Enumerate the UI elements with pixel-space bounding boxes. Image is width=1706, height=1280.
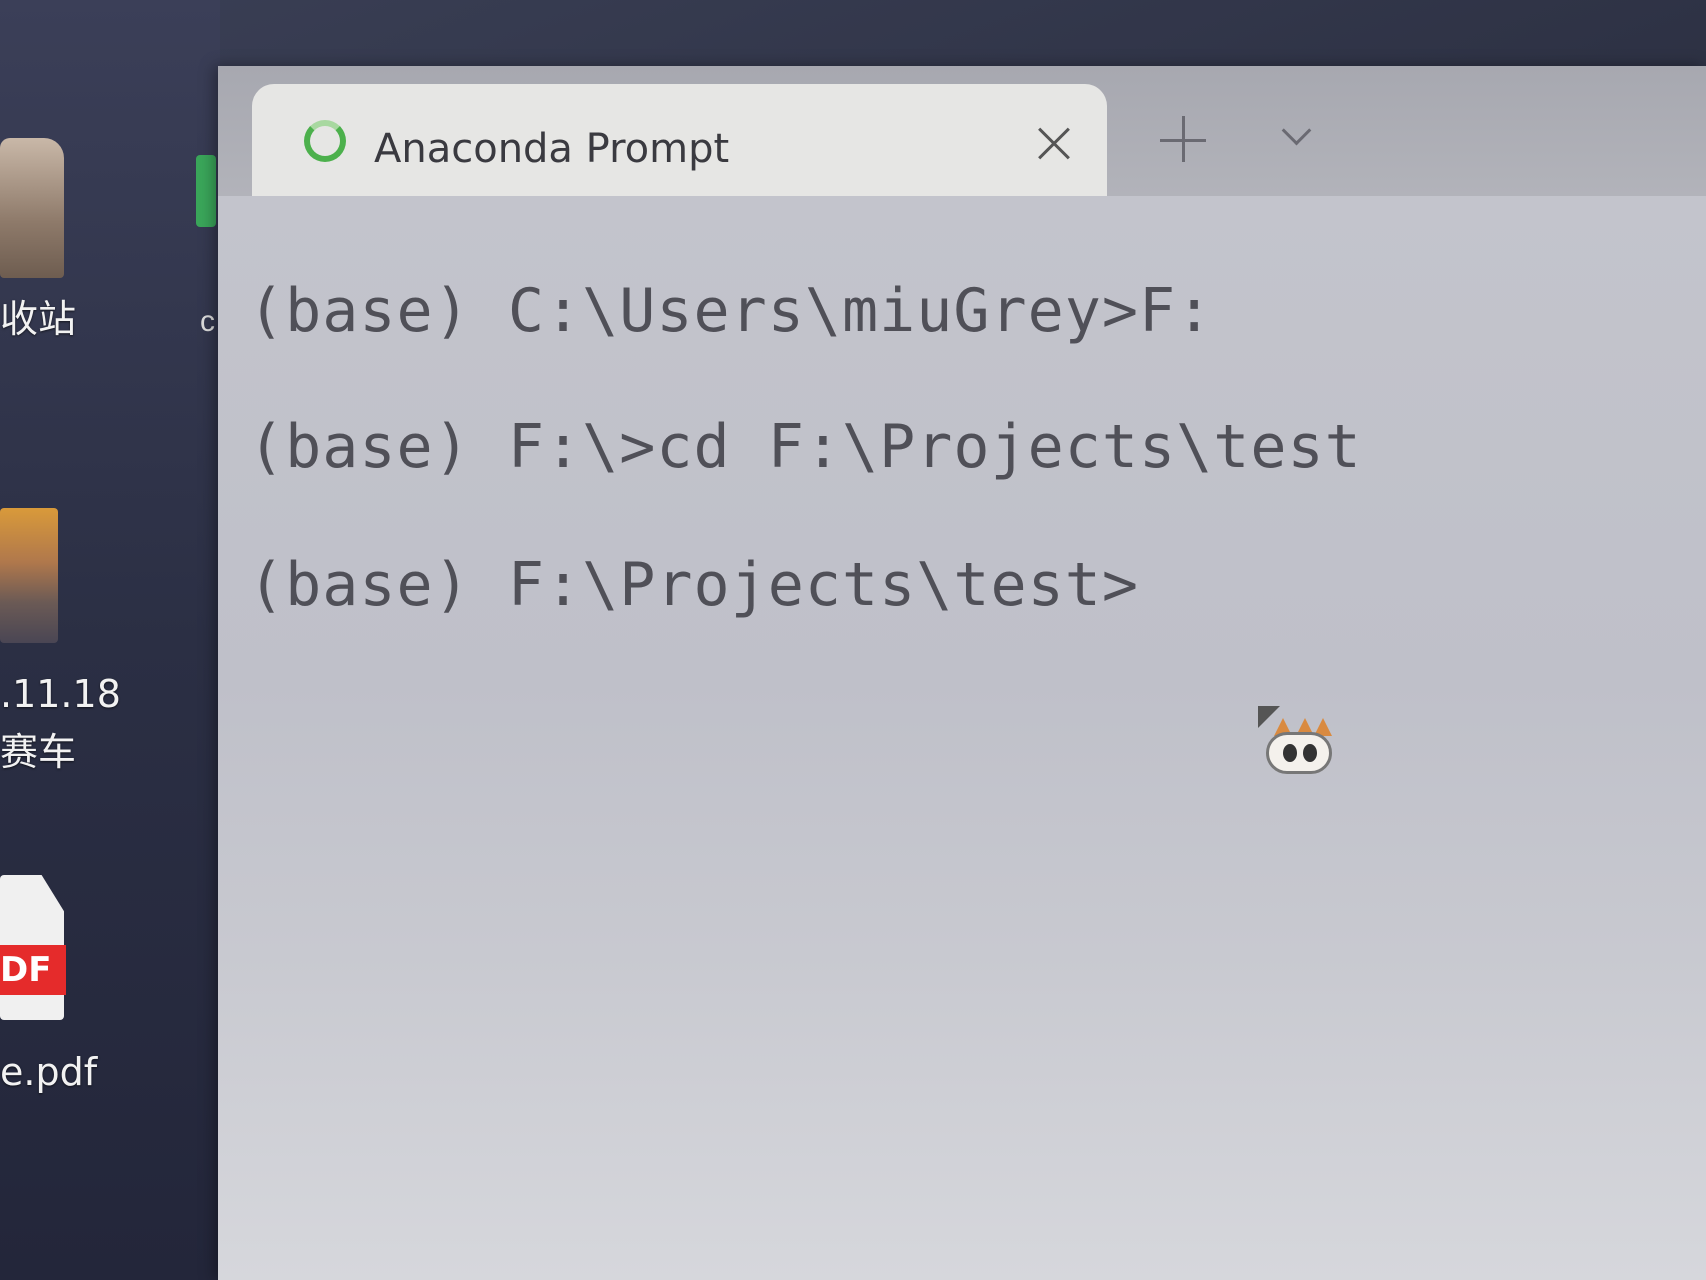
recycle-bin-icon[interactable] [0, 138, 64, 278]
tab-anaconda-prompt[interactable]: Anaconda Prompt [252, 84, 1107, 202]
desktop-item-label[interactable]: 收站 [0, 290, 76, 348]
terminal-line: (base) F:\Projects\test> [248, 550, 1139, 620]
chevron-down-icon[interactable] [1278, 120, 1318, 150]
cat-eye [1283, 744, 1297, 762]
background-window-edge [196, 155, 216, 227]
terminal-line: (base) F:\>cd F:\Projects\test [248, 412, 1362, 482]
terminal-line: (base) C:\Users\miuGrey>F: [248, 276, 1214, 346]
terminal-output[interactable]: (base) C:\Users\miuGrey>F: (base) F:\>cd… [218, 196, 1706, 1280]
photo-thumbnail-icon[interactable] [0, 508, 58, 643]
cat-cursor-icon [1258, 706, 1334, 776]
desktop-item-label[interactable]: .11.18 赛车 [0, 665, 121, 781]
cat-face [1266, 732, 1332, 774]
close-icon[interactable] [1029, 120, 1079, 170]
desktop-background: 收站 .11.18 赛车 DF e.pdf c [0, 0, 220, 1280]
anaconda-ring-icon [304, 120, 346, 162]
cat-eye [1303, 744, 1317, 762]
pdf-badge: DF [0, 945, 66, 995]
plus-icon[interactable] [1160, 116, 1210, 166]
desktop-item-label[interactable]: e.pdf [0, 1043, 97, 1101]
terminal-window: Anaconda Prompt (base) C:\Users\miuGrey>… [218, 66, 1706, 1280]
partial-letter: c [200, 305, 215, 338]
tab-bar: Anaconda Prompt [218, 66, 1706, 202]
tab-title: Anaconda Prompt [374, 126, 730, 172]
